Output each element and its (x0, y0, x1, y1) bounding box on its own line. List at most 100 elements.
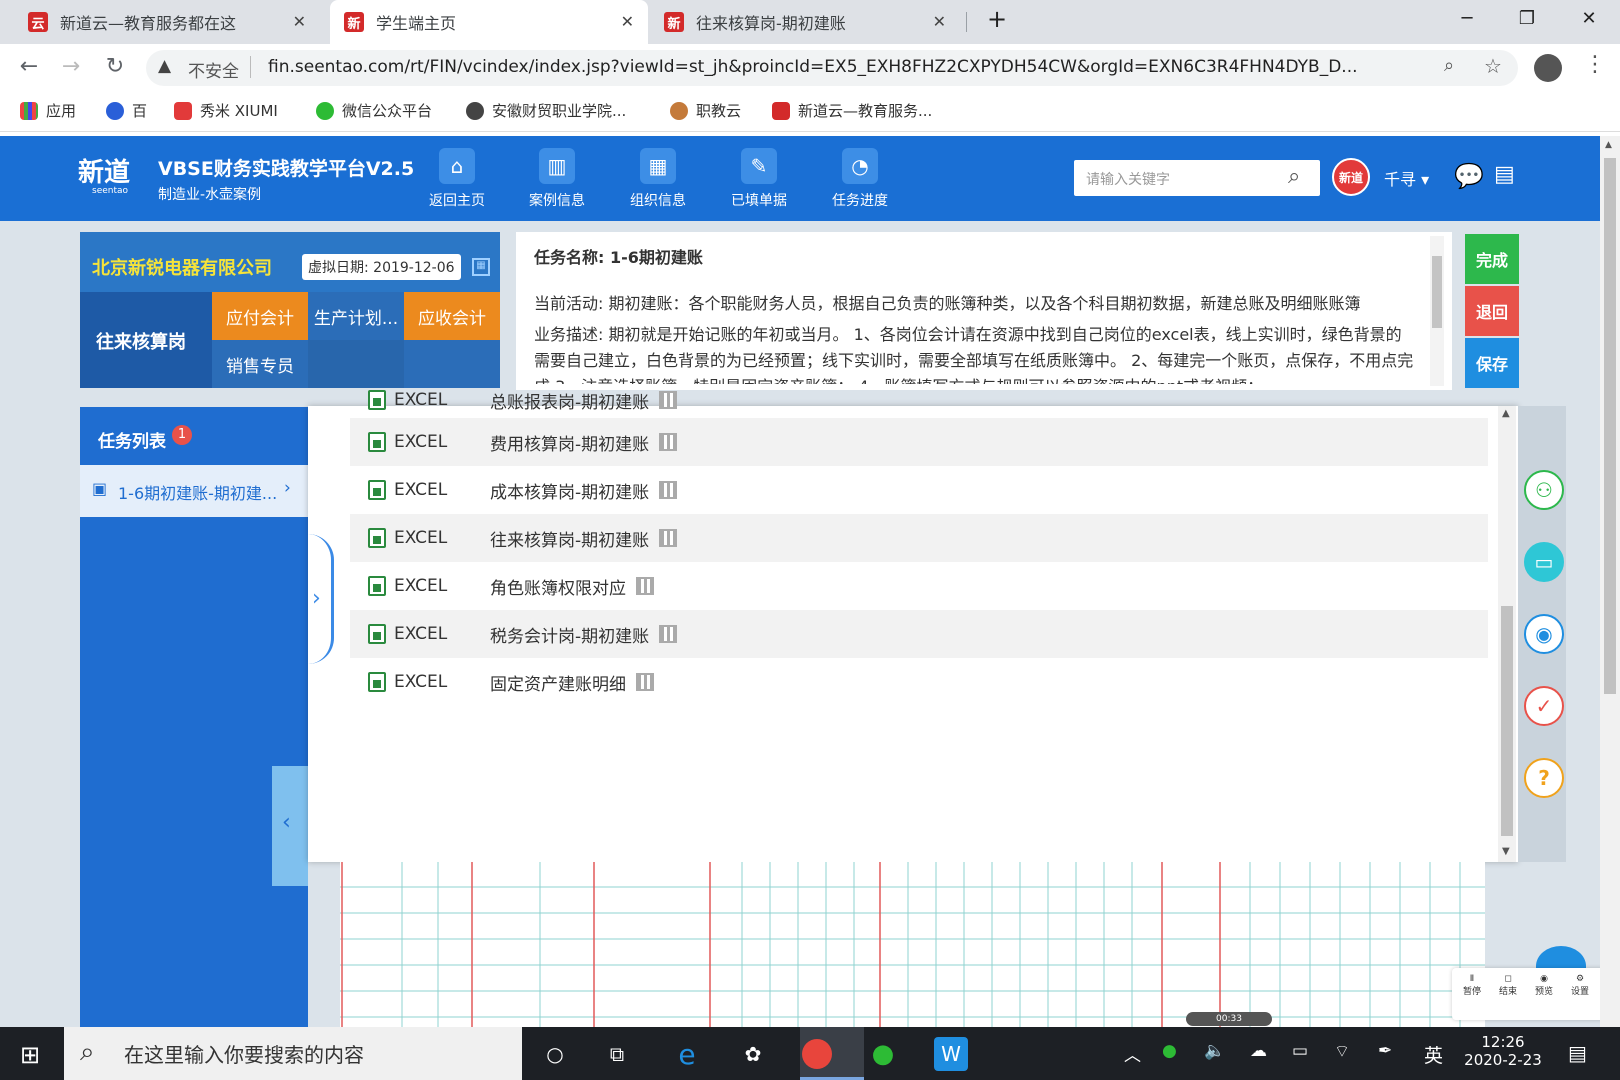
back-icon[interactable]: ← (14, 54, 44, 79)
taskbar-search-input[interactable]: ⌕ 在这里输入你要搜索的内容 (64, 1027, 522, 1080)
pause-button[interactable]: Ⅱ 暂停 (1462, 974, 1482, 997)
minimize-icon[interactable]: ─ (1452, 8, 1482, 29)
scroll-up-icon[interactable]: ▲ (1605, 140, 1612, 150)
settings-button[interactable]: ⚙ 设置 (1570, 974, 1590, 997)
resource-row[interactable]: EXCEL 角色账簿权限对应 (350, 562, 1488, 610)
task-view-icon[interactable]: ⧉ (600, 1037, 634, 1071)
org-chart-icon[interactable]: ⚇ (1524, 470, 1564, 510)
zoom-icon[interactable]: ⌕ (1444, 55, 1454, 76)
resource-name[interactable]: 税务会计岗-期初建账 (490, 622, 649, 647)
role-receivable-accountant[interactable]: 应收会计 (404, 292, 500, 340)
search-icon[interactable]: ⌕ (1288, 164, 1300, 189)
help-icon[interactable]: ? (1524, 758, 1564, 798)
user-icon[interactable]: ◉ (1524, 614, 1564, 654)
qr-code-icon[interactable] (659, 625, 678, 643)
forward-icon[interactable]: → (56, 54, 86, 79)
notification-icon[interactable]: ▤ (1568, 1041, 1587, 1065)
edge-icon[interactable]: e (670, 1037, 704, 1071)
qr-code-icon[interactable] (659, 481, 678, 499)
tab-xindaoyun[interactable]: 云 新道云—教育服务都在这 ✕ (14, 0, 320, 44)
cortana-icon[interactable]: ○ (538, 1037, 572, 1071)
scrollbar-thumb[interactable] (1432, 256, 1442, 328)
close-window-icon[interactable]: ✕ (1574, 8, 1604, 29)
qr-code-icon[interactable] (659, 529, 678, 547)
task-info-scrollbar[interactable] (1430, 236, 1444, 386)
message-icon[interactable]: 💬 (1454, 162, 1484, 190)
ime-indicator[interactable]: 英 (1424, 1041, 1443, 1068)
tab-student-home[interactable]: 新 学生端主页 ✕ (330, 0, 648, 44)
bookmark-xindaoyun[interactable]: 新道云—教育服务... (772, 100, 932, 121)
battery-icon[interactable]: ▭ (1292, 1041, 1308, 1061)
cloud-icon[interactable]: ☁ (1250, 1041, 1267, 1061)
pen-icon[interactable]: ✒ (1378, 1041, 1392, 1061)
bookmark-xiumi[interactable]: 秀米 XIUMI (174, 100, 278, 121)
wps-writer-icon[interactable]: W (934, 1037, 968, 1071)
wechat-icon[interactable]: ● (866, 1037, 900, 1071)
seentao-logo[interactable]: 新道 (78, 152, 130, 189)
menu-kebab-icon[interactable]: ⋮ (1584, 52, 1606, 77)
role-production-planning[interactable]: 生产计划... (308, 292, 404, 340)
url-text[interactable]: fin.seentao.com/rt/FIN/vcindex/index.jsp… (268, 57, 1428, 77)
bookmark-wechat-mp[interactable]: 微信公众平台 (316, 100, 432, 121)
resource-name[interactable]: 往来核算岗-期初建账 (490, 526, 649, 551)
tray-expand-icon[interactable]: ︿ (1124, 1041, 1141, 1066)
security-label[interactable]: 不安全 (188, 57, 239, 82)
omnibox[interactable]: ▲ 不安全 fin.seentao.com/rt/FIN/vcindex/ind… (146, 50, 1518, 86)
bookmark-zhijiaoyun[interactable]: 职教云 (670, 100, 741, 121)
resource-row[interactable]: EXCEL 成本核算岗-期初建账 (350, 466, 1488, 514)
complete-button[interactable]: 完成 (1465, 234, 1519, 284)
nav-case-info[interactable]: ▥ 案例信息 (512, 136, 602, 221)
scrollbar-thumb[interactable] (1604, 158, 1616, 694)
reload-icon[interactable]: ↻ (100, 54, 130, 79)
clock[interactable]: 12:26 2020-2-23 (1462, 1033, 1544, 1069)
network-icon[interactable]: ⌔ (1334, 1041, 1350, 1062)
page-scrollbar[interactable]: ▲ (1600, 136, 1620, 1027)
close-tab-icon[interactable]: ✕ (933, 12, 946, 31)
avatar[interactable]: 新道 (1332, 158, 1370, 196)
nav-task-progress[interactable]: ◔ 任务进度 (815, 136, 905, 221)
save-button[interactable]: 保存 (1465, 338, 1519, 388)
resource-row[interactable]: EXCEL 税务会计岗-期初建账 (350, 610, 1488, 658)
bookmark-baidu[interactable]: 百 (106, 100, 147, 121)
qr-code-icon[interactable] (659, 433, 678, 451)
resource-row-partial[interactable]: EXCEL 总账报表岗-期初建账 (350, 384, 1488, 416)
resource-row[interactable]: EXCEL 费用核算岗-期初建账 (350, 418, 1488, 466)
scrollbar-thumb[interactable] (1501, 606, 1513, 836)
stop-button[interactable]: ◻ 结束 (1498, 974, 1518, 997)
checkmark-icon[interactable]: ✓ (1524, 686, 1564, 726)
new-tab-button[interactable]: + (982, 5, 1012, 33)
app-icon[interactable]: ✿ (736, 1037, 770, 1071)
back-button[interactable]: 退回 (1465, 286, 1519, 336)
collapse-sidebar-button[interactable]: ‹ (272, 766, 308, 886)
tab-wanglai[interactable]: 新 往来核算岗-期初建账 ✕ (650, 0, 960, 44)
close-tab-icon[interactable]: ✕ (293, 12, 306, 31)
resource-name[interactable]: 固定资产建账明细 (490, 670, 626, 695)
role-sales-specialist[interactable]: 销售专员 (212, 340, 308, 388)
resource-name[interactable]: 费用核算岗-期初建账 (490, 430, 649, 455)
resource-row[interactable]: EXCEL 往来核算岗-期初建账 (350, 514, 1488, 562)
close-tab-icon[interactable]: ✕ (621, 12, 634, 31)
volume-icon[interactable]: 🔈 (1204, 1041, 1225, 1061)
nav-home[interactable]: ⌂ 返回主页 (412, 136, 502, 221)
inbox-icon[interactable]: ▭ (1524, 542, 1564, 582)
bookmark-apps[interactable]: 应用 (20, 100, 76, 121)
resource-scrollbar[interactable]: ▲ ▼ (1498, 406, 1516, 862)
role-payable-accountant[interactable]: 应付会计 (212, 292, 308, 340)
nav-org-info[interactable]: ▦ 组织信息 (613, 136, 703, 221)
resource-name[interactable]: 角色账簿权限对应 (490, 574, 626, 599)
qr-code-icon[interactable] (636, 673, 654, 691)
resource-name[interactable]: 成本核算岗-期初建账 (490, 478, 649, 503)
bookmark-star-icon[interactable]: ☆ (1484, 54, 1502, 78)
resource-row[interactable]: EXCEL 固定资产建账明细 (350, 658, 1488, 706)
search-input[interactable]: 请输入关键字 (1074, 160, 1320, 196)
scroll-up-icon[interactable]: ▲ (1502, 408, 1510, 419)
profile-avatar-icon[interactable] (1534, 54, 1562, 82)
calendar-icon[interactable]: ▦ (472, 258, 490, 276)
warning-icon[interactable]: ▲ (158, 56, 171, 76)
scroll-down-icon[interactable]: ▼ (1502, 846, 1510, 857)
restore-icon[interactable]: ❐ (1512, 8, 1542, 29)
nav-filled-forms[interactable]: ✎ 已填单据 (714, 136, 804, 221)
user-menu[interactable]: 千寻 ▾ (1384, 166, 1429, 190)
wechat-tray-icon[interactable]: ● (1162, 1041, 1177, 1061)
sign-in-icon[interactable]: ▤ (1494, 162, 1515, 187)
